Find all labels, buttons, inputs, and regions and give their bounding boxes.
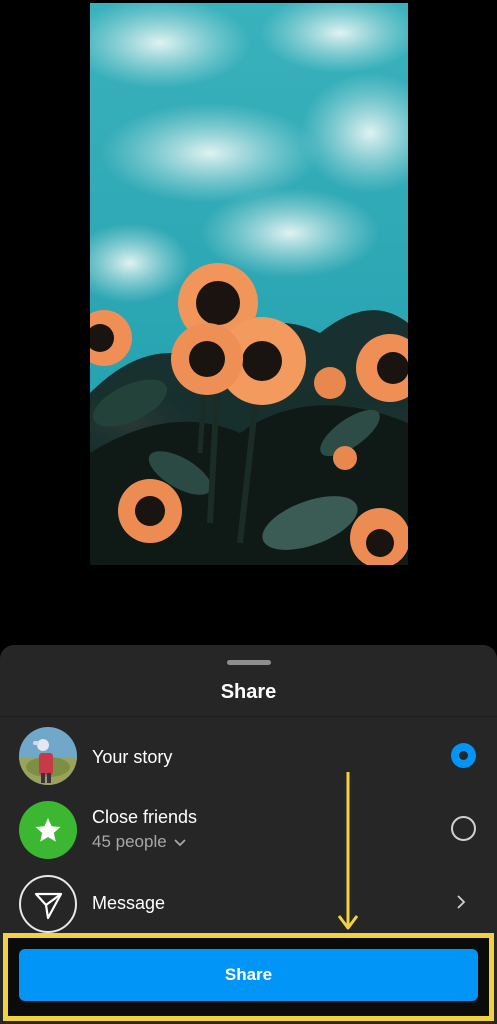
share-button[interactable]: Share [19,949,478,1001]
star-icon [35,818,61,842]
option-your-story[interactable]: Your story [0,724,497,794]
sheet-title: Share [220,681,277,703]
sunflower-photo [90,3,408,565]
chevron-down-icon [174,839,187,847]
close-friends-radio[interactable] [451,816,476,841]
paper-plane-icon [34,892,63,920]
option-message[interactable]: Message [0,872,497,942]
option-close-friends[interactable]: Close friends 45 people [0,798,497,868]
option-label: Your story [92,747,173,767]
profile-photo [19,727,77,785]
chevron-right-icon [457,895,466,909]
option-label: Close friends [92,807,198,827]
story-preview-image [90,3,408,565]
divider [0,716,497,717]
message-avatar [19,875,77,933]
avatar [19,727,77,785]
option-label: Message [92,893,166,913]
sheet-drag-handle[interactable] [227,660,271,665]
audience-count-dropdown[interactable]: 45 people [92,831,187,853]
your-story-radio-selected[interactable] [451,743,476,768]
audience-count: 45 people [92,832,167,851]
annotation-arrow-icon [337,772,359,930]
close-friends-avatar [19,801,77,859]
